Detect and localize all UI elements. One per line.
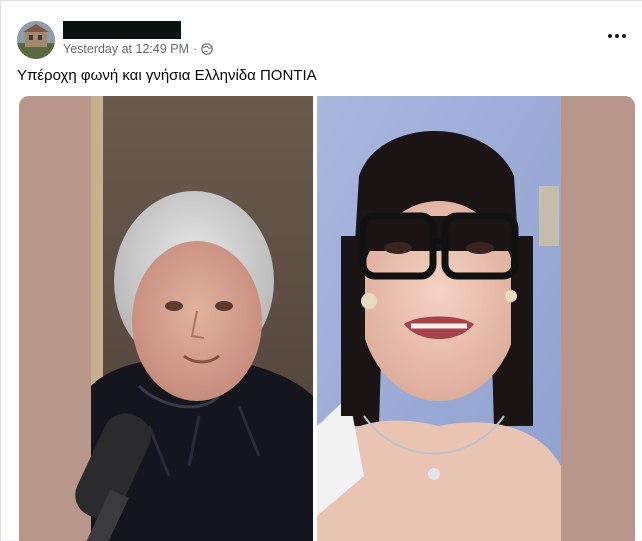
post-timestamp[interactable]: Yesterday at 12:49 PM <box>63 42 189 56</box>
post-meta: Yesterday at 12:49 PM · <box>63 42 213 56</box>
author-name-redacted[interactable] <box>63 21 181 39</box>
more-options-button[interactable] <box>606 27 628 45</box>
more-horizontal-icon <box>608 34 612 38</box>
post-image[interactable] <box>19 96 635 541</box>
post-caption: Υπέροχη φωνή και γνήσια Ελληνίδα ΠΟΝΤΙΑ <box>17 67 317 84</box>
globe-icon[interactable] <box>201 43 213 55</box>
author-avatar[interactable] <box>17 21 55 59</box>
left-photo <box>75 96 313 541</box>
right-photo <box>317 96 561 541</box>
post-card: Yesterday at 12:49 PM · Υπέροχη φωνή και… <box>0 0 642 541</box>
meta-separator: · <box>193 42 198 56</box>
